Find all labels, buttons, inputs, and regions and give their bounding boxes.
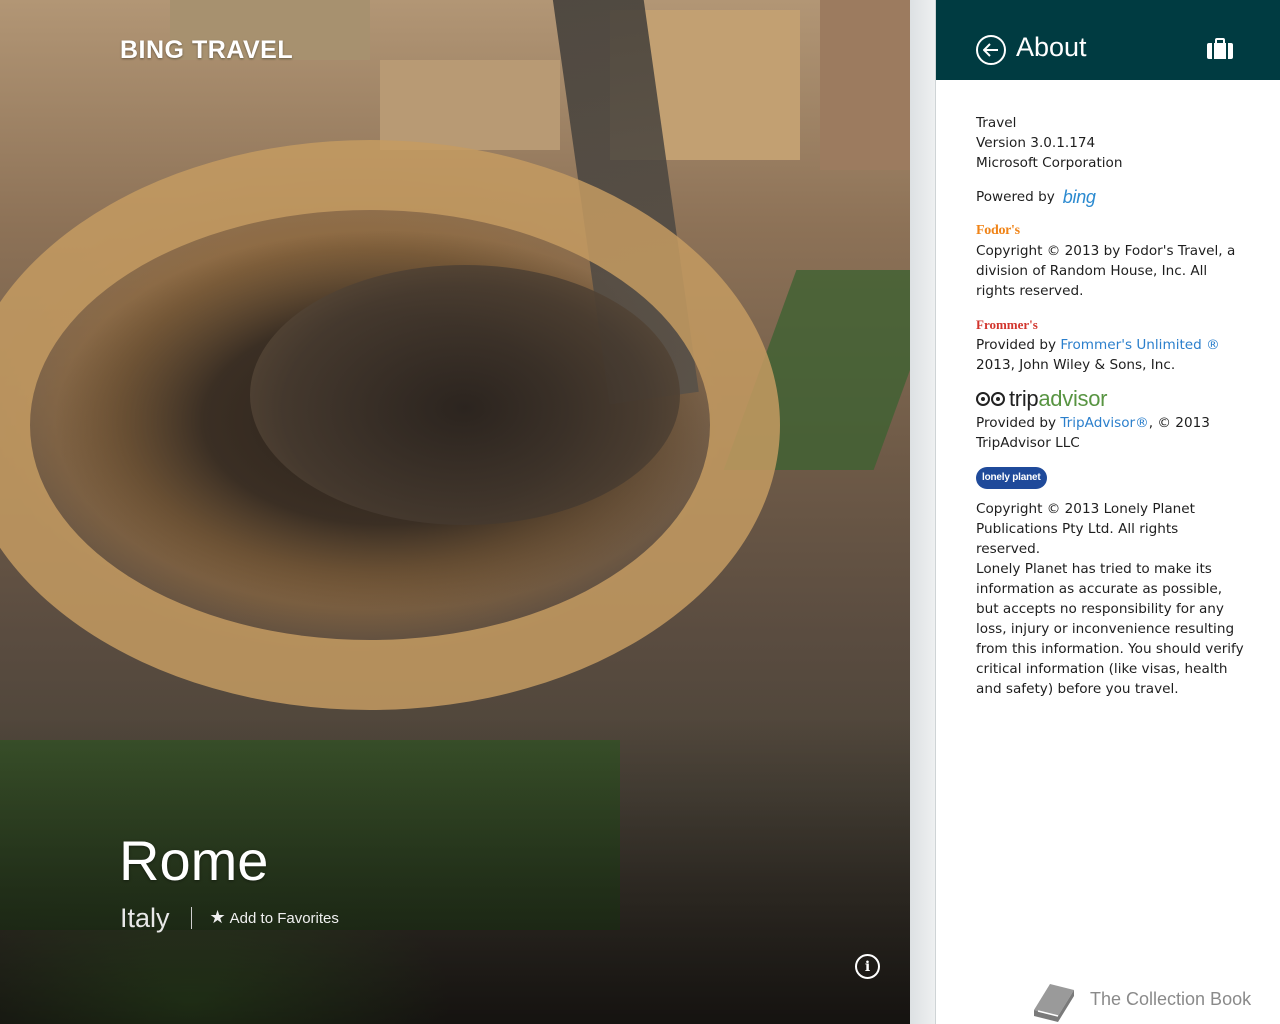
tripadvisor-logo: tripadvisor <box>976 385 1246 413</box>
about-flyout: About Travel Version 3.0.1.174 Microsoft… <box>935 0 1280 1024</box>
app-version: Version 3.0.1.174 <box>976 135 1096 151</box>
back-arrow-icon <box>983 43 998 57</box>
tripadvisor-logo-prefix: trip <box>1009 386 1039 411</box>
add-to-favorites-label: Add to Favorites <box>229 909 339 927</box>
flyout-title: About <box>1016 32 1087 62</box>
suitcase-icon <box>1207 38 1233 59</box>
tripadvisor-provided-by: Provided by <box>976 415 1061 431</box>
app-publisher: Microsoft Corporation <box>976 155 1123 171</box>
lonely-planet-logo-text: lonely planet <box>976 467 1047 489</box>
owl-icon <box>976 392 1006 406</box>
hero-image: BING TRAVEL Rome Italy ★ Add to Favorite… <box>0 0 910 1024</box>
frommers-logo: Frommer's <box>976 317 1038 332</box>
fodors-logo: Fodor's <box>976 223 1020 238</box>
powered-by-row: Powered by bing <box>976 187 1246 207</box>
country-label: Italy <box>120 902 170 933</box>
tripadvisor-logo-suffix: advisor <box>1038 386 1108 411</box>
powered-by-label: Powered by <box>976 189 1055 205</box>
tripadvisor-credit: Provided by TripAdvisor®, © 2013 TripAdv… <box>976 413 1246 453</box>
info-icon[interactable]: i <box>855 954 880 979</box>
lonely-planet-copyright: Copyright © 2013 Lonely Planet Publicati… <box>976 501 1195 557</box>
app-name: Travel <box>976 115 1017 131</box>
back-button[interactable] <box>976 35 1006 65</box>
lonely-planet-logo: lonely planet <box>976 463 1246 493</box>
about-content: Travel Version 3.0.1.174 Microsoft Corpo… <box>976 113 1246 699</box>
frommers-link[interactable]: Frommer's Unlimited ® <box>1060 337 1219 353</box>
flyout-shadow-strip <box>910 0 935 1024</box>
watermark-text: The Collection Book <box>1090 988 1252 1009</box>
city-title: Rome <box>119 829 269 892</box>
lonely-planet-disclaimer: Lonely Planet has tried to make its info… <box>976 561 1244 697</box>
watermark: The Collection Book <box>1028 976 1251 1022</box>
book-icon <box>1034 984 1074 1022</box>
divider <box>190 907 192 929</box>
tripadvisor-link[interactable]: TripAdvisor® <box>1060 415 1148 431</box>
frommers-credit: Provided by Frommer's Unlimited ® 2013, … <box>976 335 1246 375</box>
fodors-copyright: Copyright © 2013 by Fodor's Travel, a di… <box>976 243 1236 299</box>
app-brand[interactable]: BING TRAVEL <box>120 36 293 65</box>
add-to-favorites-button[interactable]: ★ Add to Favorites <box>209 906 339 929</box>
frommers-provided-by: Provided by <box>976 337 1061 353</box>
flyout-header: About <box>936 0 1280 80</box>
bing-logo: bing <box>1062 187 1096 207</box>
destination-subtitle-row: Italy ★ Add to Favorites <box>120 900 339 936</box>
frommers-suffix: 2013, John Wiley & Sons, Inc. <box>976 357 1176 373</box>
star-icon: ★ <box>209 906 226 927</box>
